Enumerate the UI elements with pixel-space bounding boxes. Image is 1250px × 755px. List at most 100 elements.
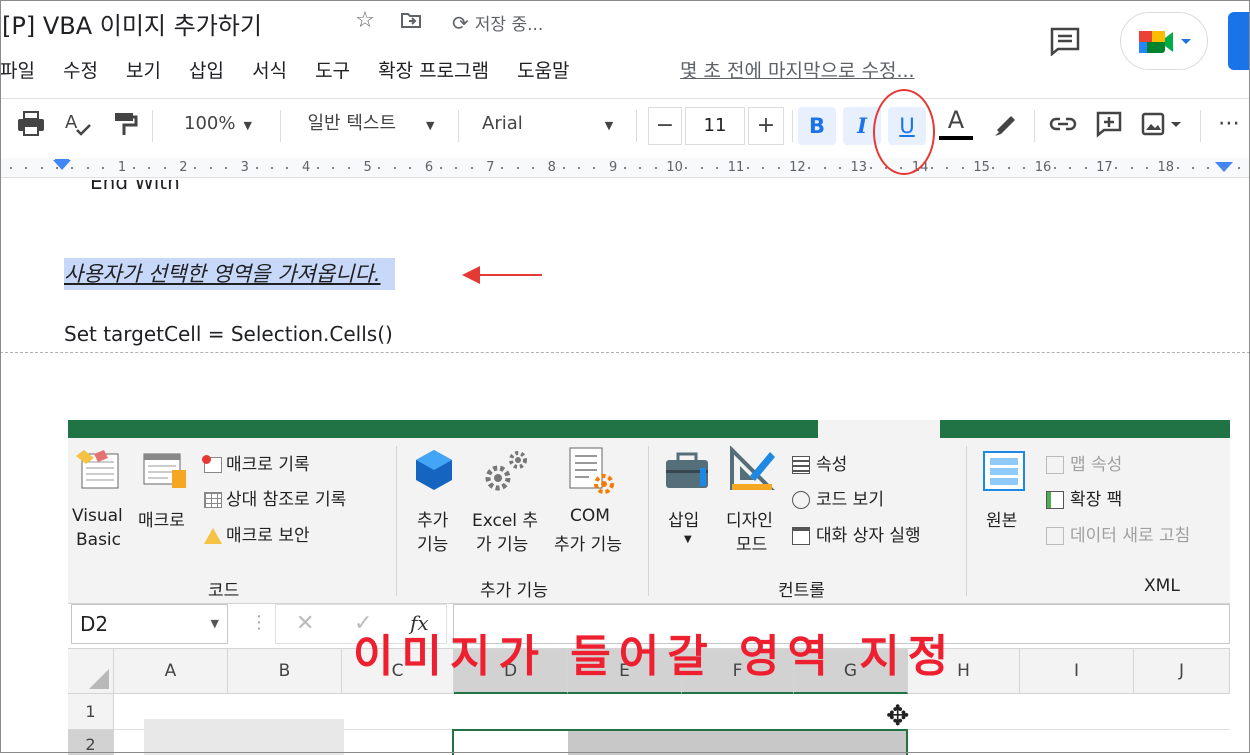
record-macro-label: 매크로 기록 [226,455,310,475]
saving-text: 저장 중... [474,15,544,35]
comment-history-icon[interactable] [1048,26,1082,57]
ruler-number: 11 [727,160,745,175]
last-edit-link[interactable]: 몇 초 전에 마지막으로 수정... [680,56,915,83]
menu-tools[interactable]: 도구 [315,56,350,83]
design-mode-label-2[interactable]: 모드 [736,530,767,555]
insert-image-icon[interactable] [1138,110,1190,144]
spellcheck-icon[interactable]: A [62,110,94,144]
ruler-tick [577,167,580,169]
text-color-button[interactable]: A [938,104,974,140]
com-addins-label-1[interactable]: COM [570,506,610,526]
annotation-title: 이미지가 들어갈 영역 지정 [353,631,957,682]
ruler-tick [1238,167,1240,169]
com-addins-label-2[interactable]: 추가 기능 [554,530,622,555]
name-box[interactable]: D2 ▼ [71,604,228,644]
menu-insert[interactable]: 삽입 [189,56,224,83]
font-select[interactable]: Arial ▼ [482,107,630,141]
expansion-packs-button[interactable]: 확장 팩 [1046,485,1122,510]
meet-button[interactable] [1120,12,1208,70]
code-line-set-target[interactable]: Set targetCell = Selection.Cells() [64,322,393,346]
svg-text:A: A [65,112,78,133]
macro-security-button[interactable]: 매크로 보안 [204,521,310,546]
first-line-indent-marker[interactable] [55,159,69,162]
ruler-tick [593,167,596,169]
font-size-input[interactable]: 11 [685,107,745,145]
menu-format[interactable]: 서식 [252,56,287,83]
ruler-tick [501,167,504,169]
xml-source-label[interactable]: 원본 [986,506,1017,531]
properties-button[interactable]: 속성 [792,450,847,475]
ruler-tick [10,167,12,169]
ruler-number: 10 [666,160,683,175]
ruler-tick [1191,167,1194,169]
column-header-b[interactable]: B [228,649,342,694]
design-mode-label-1[interactable]: 디자인 [726,506,773,531]
menu-extensions[interactable]: 확장 프로그램 [378,56,489,83]
more-options-icon[interactable]: ⋯ [1208,107,1250,141]
menu-bar: 파일 수정 보기 삽입 서식 도구 확장 프로그램 도움말 [0,56,592,86]
run-dialog-label: 대화 상자 실행 [816,526,921,546]
highlighted-comment-line[interactable]: 사용자가 선택한 영역을 가져옵니다. [64,258,395,290]
view-code-button[interactable]: 코드 보기 [792,485,884,510]
column-header-i[interactable]: I [1020,649,1134,694]
ruler-tick [1176,167,1179,169]
row-header-1[interactable]: 1 [68,694,114,730]
visual-basic-label-1[interactable]: Visual [72,506,123,526]
menu-help[interactable]: 도움말 [517,56,569,83]
excel-addins-label-1[interactable]: Excel 추 [472,506,538,531]
document-title[interactable]: [P] VBA 이미지 추가하기 [2,6,262,41]
excel-active-tab [818,420,940,438]
ruler-tick [946,167,949,169]
macro-label[interactable]: 매크로 [138,506,185,531]
embedded-excel-screenshot[interactable]: Visual Basic 매크로 매크로 기록 상대 참조로 기록 매크로 보안… [68,420,1230,755]
ruler-tick [255,167,258,169]
text-color-swatch [939,136,973,140]
paint-format-icon[interactable] [110,110,140,144]
map-properties-icon [1046,456,1064,474]
print-icon[interactable] [14,110,48,144]
visual-basic-label-2[interactable]: Basic [76,530,121,550]
select-all-corner[interactable] [68,649,114,694]
addins-label-1[interactable]: 추가 [417,506,448,531]
excel-addins-label-2[interactable]: 가 기능 [476,530,528,555]
zoom-select[interactable]: 100% ▼ [172,107,264,141]
chevron-down-icon: ▼ [210,617,219,630]
column-header-j[interactable]: J [1134,649,1230,694]
bold-button[interactable]: B [798,107,836,145]
properties-icon [792,456,810,474]
style-select[interactable]: 일반 텍스트 ▼ [298,107,444,141]
cancel-entry-icon[interactable]: ✕ [296,611,314,636]
macro-icon [140,448,190,492]
add-comment-icon[interactable] [1092,110,1126,144]
share-button[interactable] [1228,12,1250,70]
chevron-down-icon[interactable]: ▼ [684,534,692,545]
record-macro-button[interactable]: 매크로 기록 [202,450,310,475]
menu-view[interactable]: 보기 [126,56,161,83]
ruler-tick [516,167,519,169]
run-dialog-button[interactable]: 대화 상자 실행 [792,521,921,546]
star-icon[interactable]: ☆ [352,8,378,34]
ruler-tick [823,167,826,169]
map-properties-button: 맵 속성 [1046,450,1122,475]
row-header-2[interactable]: 2 [68,730,114,755]
addins-label-2[interactable]: 기능 [417,530,448,555]
ruler-tick [224,167,227,169]
menu-edit[interactable]: 수정 [63,56,98,83]
chevron-down-icon: ▼ [243,119,252,132]
menu-file[interactable]: 파일 [0,56,35,83]
insert-control-label[interactable]: 삽입 [668,506,699,531]
column-header-a[interactable]: A [114,649,228,694]
ruler-tick [286,167,289,169]
font-value: Arial [482,113,523,134]
decrease-font-size-button[interactable]: − [648,107,682,145]
highlight-color-icon[interactable] [988,110,1022,144]
move-folder-icon[interactable] [398,8,424,34]
selected-range[interactable] [452,729,908,755]
ruler-number: 7 [486,160,495,175]
increase-font-size-button[interactable]: + [748,107,784,145]
ruler-number: 5 [363,160,372,175]
relative-reference-button[interactable]: 상대 참조로 기록 [204,485,346,510]
ruler-tick [317,167,319,169]
ruler-tick [639,167,642,169]
insert-link-icon[interactable] [1046,110,1080,144]
